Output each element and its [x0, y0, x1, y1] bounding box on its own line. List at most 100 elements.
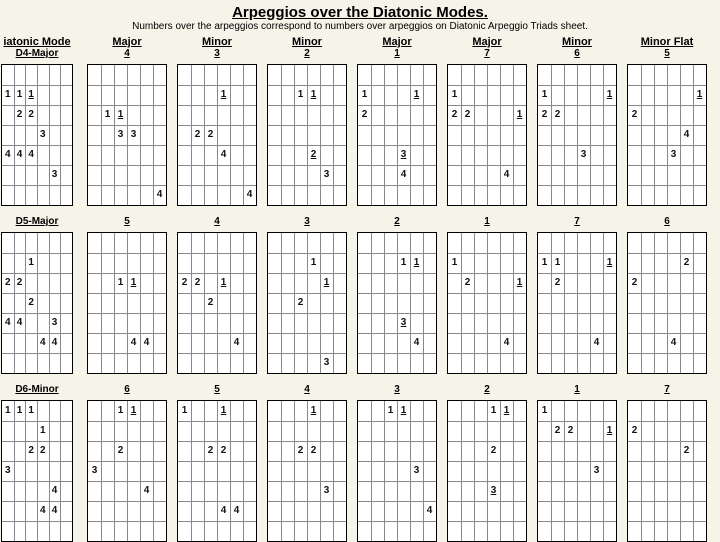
fret-number: 1	[607, 90, 613, 100]
fret-number: 2	[195, 278, 201, 288]
fretboard-grid: 11234	[357, 64, 437, 206]
cell-label: 6	[124, 384, 130, 398]
fret-number: 3	[92, 466, 98, 476]
fret-number: 3	[131, 130, 137, 140]
cell-label: D5-Major	[16, 216, 59, 230]
fret-number: 2	[17, 110, 23, 120]
arpeggio-cell: D5-Major122244344	[0, 216, 82, 374]
fret-number: 2	[208, 446, 214, 456]
fret-number: 4	[52, 506, 58, 516]
fret-number: 2	[632, 426, 638, 436]
arpeggio-cell: 51144	[82, 216, 172, 374]
fret-number: 4	[52, 338, 58, 348]
fret-number: 2	[555, 110, 561, 120]
cell-label: 4	[214, 216, 220, 230]
fret-number: 4	[684, 130, 690, 140]
fret-number: 1	[607, 426, 613, 436]
fret-number: 4	[157, 190, 163, 200]
fret-number: 2	[40, 446, 46, 456]
fret-number: 4	[427, 506, 433, 516]
fretboard-grid: 1123	[447, 400, 527, 542]
fret-number: 4	[144, 338, 150, 348]
fretboard-grid: 12244	[177, 64, 257, 206]
fret-number: 2	[555, 426, 561, 436]
fret-number: 2	[568, 426, 574, 436]
fretboard-grid: 11223	[537, 64, 617, 206]
arpeggio-cell: 611234	[82, 384, 172, 542]
fret-number: 2	[17, 278, 23, 288]
fret-number: 1	[414, 258, 420, 268]
fret-number: 1	[298, 90, 304, 100]
fret-number: 4	[504, 338, 510, 348]
fret-number: 3	[324, 170, 330, 180]
fret-number: 1	[542, 258, 548, 268]
column-header: Minor	[172, 36, 262, 48]
fret-number: 1	[105, 110, 111, 120]
fret-number: 4	[5, 318, 11, 328]
fret-number: 1	[182, 406, 188, 416]
fret-number: 2	[28, 110, 34, 120]
fret-number: 2	[195, 130, 201, 140]
fret-number: 4	[17, 150, 23, 160]
fret-number: 3	[324, 486, 330, 496]
arpeggio-cell: 21134	[352, 216, 442, 374]
cell-label: D4-Major	[16, 48, 59, 62]
fret-number: 1	[28, 258, 34, 268]
fret-number: 1	[697, 90, 703, 100]
diagram-row: D4-Major11122344434113343122442112311123…	[0, 48, 720, 206]
fret-number: 1	[414, 90, 420, 100]
arpeggio-cell: 711224	[442, 48, 532, 206]
arpeggio-cell: 112213	[532, 384, 622, 542]
fret-number: 3	[118, 130, 124, 140]
cell-label: 7	[664, 384, 670, 398]
fretboard-grid: 1111223444	[1, 400, 73, 542]
column-header: iatonic Mode	[0, 36, 82, 48]
fretboard-grid: 22	[627, 400, 707, 542]
diagram-row: D6-Minor11112234446112345112244412233113…	[0, 384, 720, 542]
fretboard-grid: 122244344	[1, 232, 73, 374]
arpeggio-cell: 111234	[352, 48, 442, 206]
fret-number: 4	[414, 338, 420, 348]
fret-number: 1	[311, 258, 317, 268]
fret-number: 1	[542, 90, 548, 100]
cell-label: 5	[214, 384, 220, 398]
fret-number: 4	[52, 486, 58, 496]
cell-label: 3	[214, 48, 220, 62]
fret-number: 3	[52, 170, 58, 180]
fretboard-grid: 1134	[357, 400, 437, 542]
cell-label: 2	[394, 216, 400, 230]
fret-number: 3	[594, 466, 600, 476]
fret-number: 1	[118, 278, 124, 288]
fret-number: 2	[28, 446, 34, 456]
cell-label: 1	[574, 384, 580, 398]
fret-number: 1	[491, 406, 497, 416]
fret-number: 4	[17, 318, 23, 328]
arpeggio-cell: 411334	[82, 48, 172, 206]
column-header: Major	[352, 36, 442, 48]
arpeggio-cell: 5112244	[172, 384, 262, 542]
cell-label: 1	[484, 216, 490, 230]
fret-number: 4	[221, 150, 227, 160]
fret-number: 1	[555, 258, 561, 268]
fret-number: 1	[401, 258, 407, 268]
cell-label: 3	[304, 216, 310, 230]
cell-label: 2	[484, 384, 490, 398]
fret-number: 4	[504, 170, 510, 180]
arpeggio-cell: 2 1123	[442, 384, 532, 542]
fret-number: 3	[324, 358, 330, 368]
fret-number: 4	[28, 150, 34, 160]
column-header: Minor	[532, 36, 622, 48]
fret-number: 1	[452, 90, 458, 100]
fret-number: 2	[452, 110, 458, 120]
fret-number: 2	[555, 278, 561, 288]
fret-number: 4	[247, 190, 253, 200]
cell-label: 7	[484, 48, 490, 62]
fret-number: 2	[208, 298, 214, 308]
fretboard-grid: 1123	[267, 232, 347, 374]
fret-number: 1	[118, 406, 124, 416]
fret-number: 2	[632, 110, 638, 120]
fret-number: 3	[40, 130, 46, 140]
fret-number: 1	[517, 278, 523, 288]
fret-number: 2	[632, 278, 638, 288]
cell-label: 1	[394, 48, 400, 62]
